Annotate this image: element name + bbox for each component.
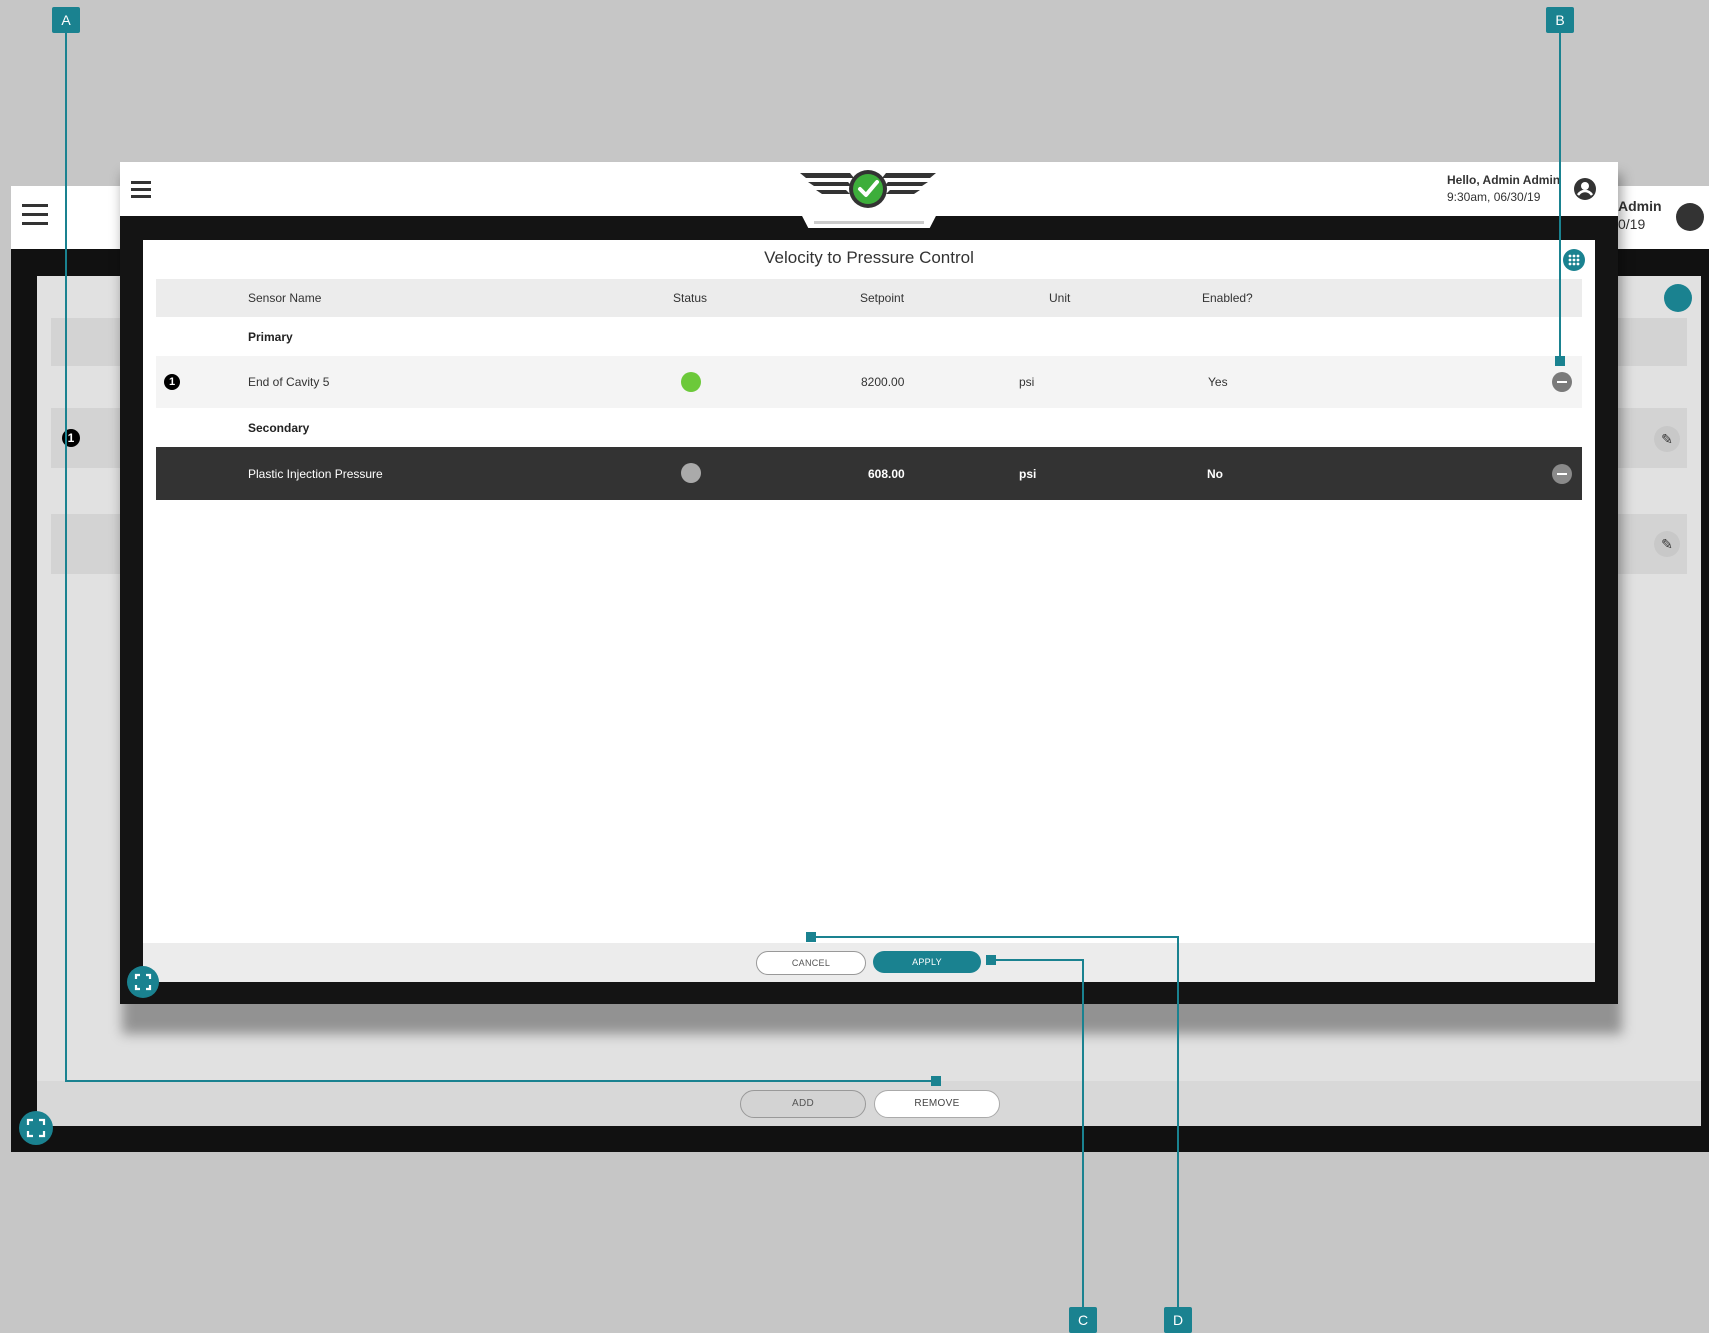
dialog-footer bbox=[143, 943, 1595, 982]
callout-c-leader bbox=[1082, 959, 1084, 1309]
remove-sensor-icon[interactable] bbox=[1552, 372, 1572, 392]
background-footer bbox=[37, 1081, 1701, 1126]
callout-a-leader bbox=[65, 1080, 937, 1082]
enabled-value: Yes bbox=[1208, 375, 1228, 389]
callout-c-leader bbox=[990, 959, 1084, 961]
callout-label-a: A bbox=[52, 7, 80, 33]
enabled-value: No bbox=[1207, 467, 1223, 481]
cancel-button[interactable]: CANCEL bbox=[756, 951, 866, 975]
logo-tab bbox=[800, 212, 938, 228]
column-status[interactable]: Status bbox=[673, 291, 707, 305]
row-number-badge: 1 bbox=[164, 374, 180, 390]
user-greeting: Hello, Admin Admin bbox=[1447, 173, 1561, 187]
column-sensor-name[interactable]: Sensor Name bbox=[248, 291, 321, 305]
callout-label-c: C bbox=[1069, 1307, 1097, 1333]
logo-tab-handle[interactable] bbox=[814, 221, 924, 224]
callout-label-d: D bbox=[1164, 1307, 1192, 1333]
grid-menu-icon[interactable] bbox=[1563, 249, 1585, 271]
apply-button[interactable]: APPLY bbox=[873, 951, 981, 973]
remove-sensor-icon[interactable] bbox=[1552, 464, 1572, 484]
dialog-title: Velocity to Pressure Control bbox=[764, 248, 974, 267]
add-button[interactable]: ADD bbox=[740, 1090, 866, 1118]
group-primary-label: Primary bbox=[248, 330, 293, 344]
status-indicator bbox=[681, 372, 701, 392]
hamburger-menu-icon[interactable] bbox=[131, 181, 151, 199]
group-secondary-label: Secondary bbox=[248, 421, 310, 435]
expand-icon[interactable] bbox=[127, 966, 159, 998]
callout-a-anchor bbox=[931, 1076, 941, 1086]
app-logo-icon bbox=[798, 166, 938, 210]
sensor-name: Plastic Injection Pressure bbox=[248, 467, 383, 481]
background-user-info: Admin 0/19 bbox=[1618, 197, 1662, 233]
column-enabled[interactable]: Enabled? bbox=[1202, 291, 1253, 305]
sensor-name: End of Cavity 5 bbox=[248, 375, 330, 389]
setpoint-value: 608.00 bbox=[868, 467, 905, 481]
column-unit[interactable]: Unit bbox=[1049, 291, 1070, 305]
background-menu-icon[interactable] bbox=[22, 204, 48, 226]
expand-icon[interactable] bbox=[19, 1111, 53, 1145]
setpoint-value: 8200.00 bbox=[861, 375, 905, 389]
pencil-icon[interactable]: ✎ bbox=[1654, 426, 1680, 452]
current-datetime: 9:30am, 06/30/19 bbox=[1447, 190, 1541, 204]
background-account-icon[interactable] bbox=[1676, 203, 1704, 231]
account-icon[interactable] bbox=[1573, 177, 1597, 201]
remove-button[interactable]: REMOVE bbox=[874, 1090, 1000, 1118]
unit-value: psi bbox=[1019, 375, 1035, 389]
background-grid-icon[interactable] bbox=[1664, 284, 1692, 312]
background-time: 0/19 bbox=[1618, 216, 1646, 232]
sensor-dialog bbox=[143, 240, 1595, 982]
callout-b-anchor bbox=[1555, 356, 1565, 366]
callout-label-b: B bbox=[1546, 7, 1574, 33]
status-indicator bbox=[681, 463, 701, 483]
unit-value: psi bbox=[1019, 467, 1037, 481]
column-setpoint[interactable]: Setpoint bbox=[860, 291, 904, 305]
callout-b-leader bbox=[1559, 33, 1561, 360]
callout-d-leader bbox=[1177, 936, 1179, 1309]
callout-a-leader bbox=[65, 33, 67, 1082]
background-greeting: Admin bbox=[1618, 198, 1662, 214]
pencil-icon[interactable]: ✎ bbox=[1654, 531, 1680, 557]
callout-d-leader bbox=[810, 936, 1179, 938]
